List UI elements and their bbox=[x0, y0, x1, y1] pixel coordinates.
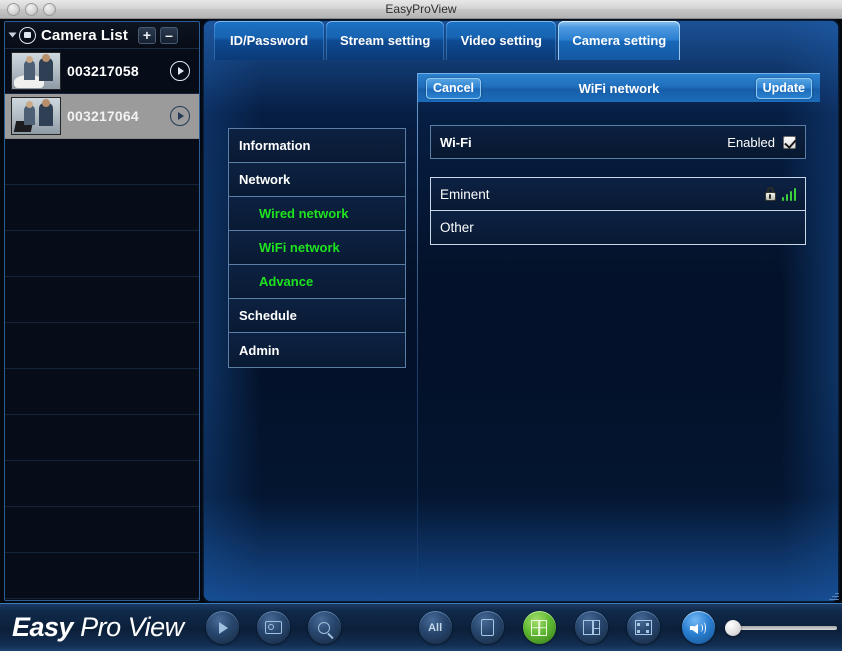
fullscreen-icon bbox=[634, 620, 652, 635]
six-view-button[interactable] bbox=[574, 611, 608, 644]
cancel-button[interactable]: Cancel bbox=[426, 77, 481, 99]
speaker-icon bbox=[690, 621, 707, 635]
menu-item-schedule[interactable]: Schedule bbox=[229, 299, 405, 333]
wifi-state-value: Enabled bbox=[727, 134, 775, 150]
single-view-button[interactable] bbox=[470, 611, 504, 644]
camera-name: 003217064 bbox=[67, 108, 139, 124]
menu-item-wired-network[interactable]: Wired network bbox=[229, 197, 405, 231]
camera-icon bbox=[19, 26, 36, 44]
wifi-label: Wi-Fi bbox=[440, 134, 472, 150]
camera-empty-row bbox=[5, 553, 199, 599]
camera-setting-sheet: WiFi network Cancel Update Information N… bbox=[222, 53, 820, 593]
tab-video-setting[interactable]: Video setting bbox=[446, 21, 557, 60]
sheet-divider bbox=[417, 73, 418, 593]
sheet-header: WiFi network Cancel Update bbox=[418, 73, 820, 102]
all-label: All bbox=[428, 621, 443, 634]
wifi-network-list: Eminent Other bbox=[430, 177, 806, 245]
settings-tabbar: ID/Password Stream setting Video setting… bbox=[214, 21, 682, 62]
wifi-ssid: Other bbox=[440, 220, 474, 235]
update-button[interactable]: Update bbox=[755, 77, 812, 99]
camera-thumbnail bbox=[11, 97, 61, 135]
single-pane-icon bbox=[480, 619, 494, 636]
menu-item-information[interactable]: Information bbox=[229, 129, 405, 163]
search-icon bbox=[318, 621, 331, 634]
camera-list-panel: Camera List + – 003217058 003217064 bbox=[4, 21, 200, 601]
camera-empty-row bbox=[5, 139, 199, 185]
wifi-enable-row[interactable]: Wi-Fi Enabled bbox=[430, 125, 806, 159]
camera-empty-row bbox=[5, 507, 199, 553]
quad-view-button[interactable] bbox=[522, 611, 556, 644]
camera-empty-row bbox=[5, 231, 199, 277]
logo-view: View bbox=[127, 612, 185, 642]
window-title: EasyProView bbox=[385, 2, 457, 16]
bottom-toolbar: Easy Pro View All bbox=[0, 603, 842, 651]
camera-list-item[interactable]: 003217064 bbox=[5, 94, 199, 139]
disclosure-triangle-icon[interactable] bbox=[8, 32, 17, 38]
snapshot-icon bbox=[264, 621, 282, 634]
six-grid-icon bbox=[582, 620, 600, 635]
app-logo: Easy Pro View bbox=[12, 612, 184, 643]
menu-item-network[interactable]: Network bbox=[229, 163, 405, 197]
toolbar-volume-group bbox=[681, 611, 837, 644]
fullscreen-view-button[interactable] bbox=[626, 611, 660, 644]
camera-name: 003217058 bbox=[67, 63, 139, 79]
logo-easy: Easy bbox=[12, 612, 74, 642]
resize-grip[interactable] bbox=[826, 587, 840, 601]
menu-item-advance[interactable]: Advance bbox=[229, 265, 405, 299]
wifi-ssid: Eminent bbox=[440, 186, 490, 202]
wifi-item-icons bbox=[764, 187, 796, 201]
search-button[interactable] bbox=[307, 611, 341, 644]
all-view-button[interactable]: All bbox=[418, 611, 452, 644]
lock-icon bbox=[764, 187, 777, 201]
toolbar-left-group bbox=[205, 611, 341, 644]
tab-id-password[interactable]: ID/Password bbox=[214, 21, 324, 60]
wifi-network-item[interactable]: Eminent bbox=[431, 178, 805, 211]
signal-strength-icon bbox=[781, 187, 796, 201]
camera-thumbnail bbox=[11, 52, 61, 90]
volume-slider[interactable] bbox=[724, 619, 837, 636]
camera-empty-row bbox=[5, 323, 199, 369]
wifi-enabled-checkbox[interactable] bbox=[783, 135, 797, 149]
volume-button[interactable] bbox=[681, 611, 715, 644]
camera-open-icon[interactable] bbox=[170, 61, 190, 81]
volume-knob[interactable] bbox=[724, 619, 741, 636]
menu-item-wifi-network[interactable]: WiFi network bbox=[229, 231, 405, 265]
add-camera-button[interactable]: + bbox=[137, 26, 156, 44]
camera-empty-row bbox=[5, 461, 199, 507]
window-titlebar: EasyProView bbox=[0, 0, 842, 19]
wifi-network-item[interactable]: Other bbox=[431, 211, 805, 244]
quad-grid-icon bbox=[531, 619, 548, 636]
remove-camera-button[interactable]: – bbox=[159, 26, 178, 44]
camera-empty-row bbox=[5, 369, 199, 415]
camera-list-item[interactable]: 003217058 bbox=[5, 49, 199, 94]
tab-camera-setting[interactable]: Camera setting bbox=[558, 21, 681, 60]
toolbar-layout-group: All bbox=[418, 611, 660, 644]
camera-empty-row bbox=[5, 415, 199, 461]
camera-empty-row bbox=[5, 277, 199, 323]
camera-list-header: Camera List + – bbox=[5, 22, 199, 49]
easyproview-window: EasyProView Camera List + – 003217058 00… bbox=[0, 0, 842, 651]
menu-item-admin[interactable]: Admin bbox=[229, 333, 405, 367]
tab-stream-setting[interactable]: Stream setting bbox=[326, 21, 445, 60]
volume-track[interactable] bbox=[724, 619, 837, 636]
play-icon bbox=[219, 621, 229, 634]
settings-menu: Information Network Wired network WiFi n… bbox=[228, 128, 406, 368]
camera-empty-row bbox=[5, 185, 199, 231]
snapshot-button[interactable] bbox=[256, 611, 290, 644]
logo-pro: Pro bbox=[80, 612, 121, 642]
camera-list-title: Camera List bbox=[41, 26, 128, 44]
camera-open-icon[interactable] bbox=[170, 106, 190, 126]
playback-button[interactable] bbox=[205, 611, 239, 644]
